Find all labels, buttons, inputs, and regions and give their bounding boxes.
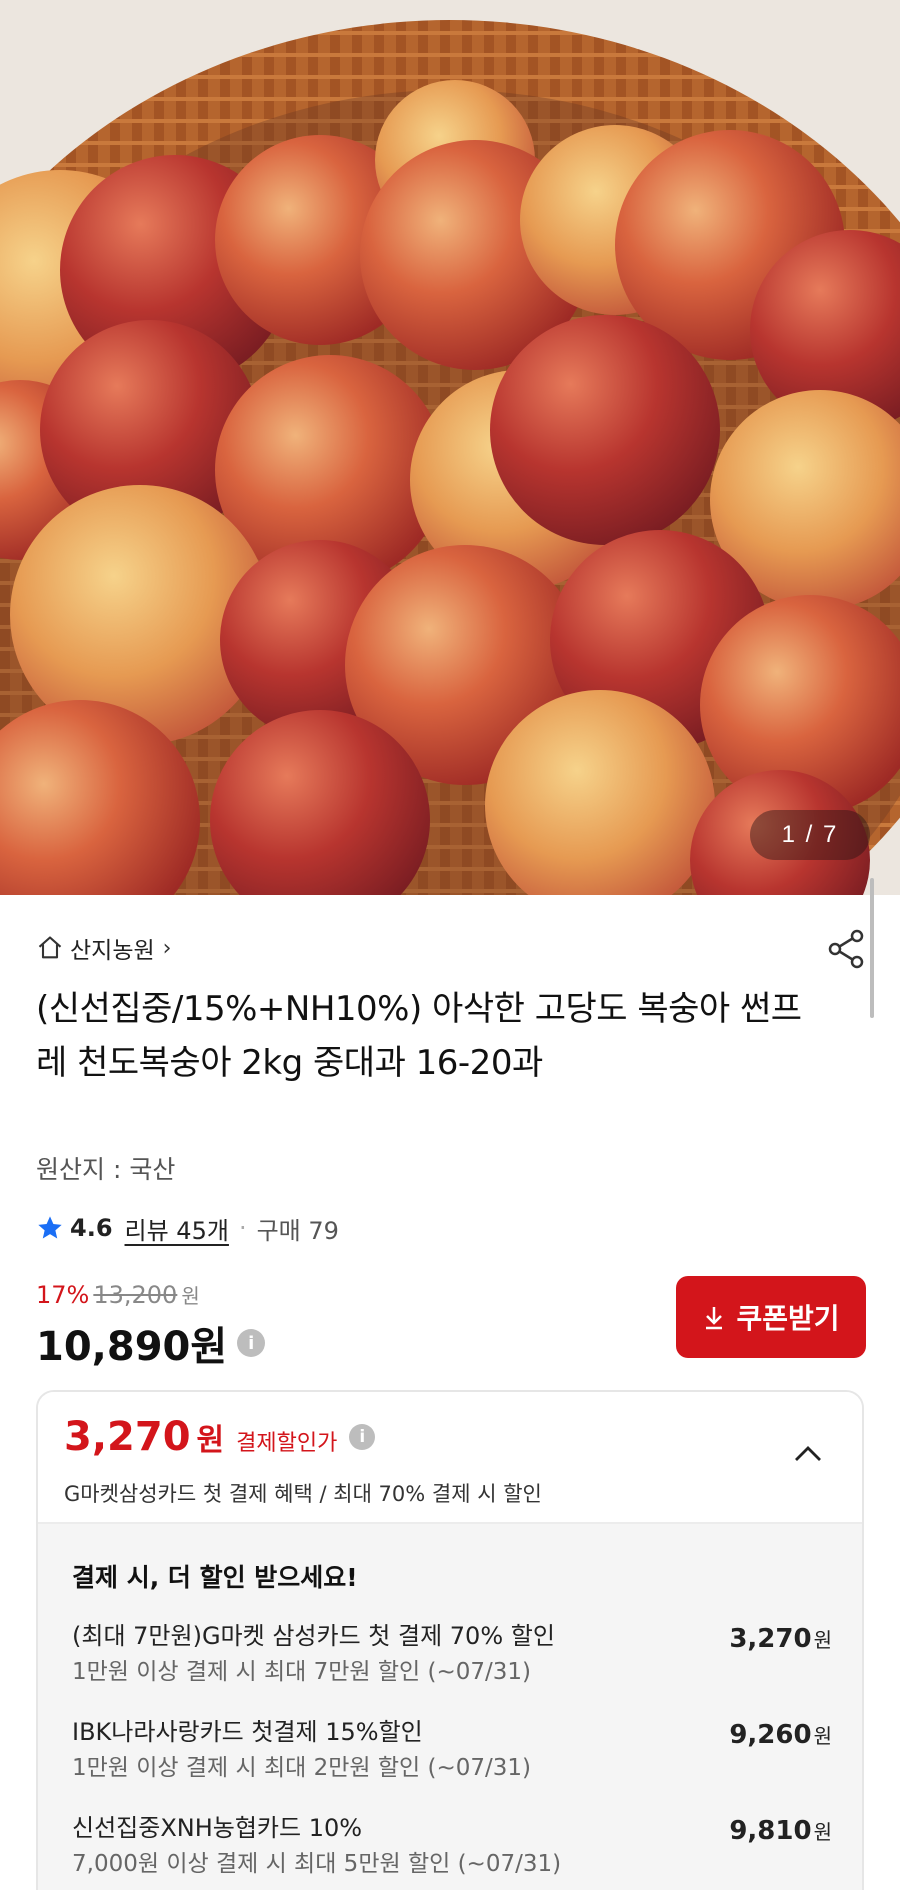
offer-value: 9,810 원 [729, 1816, 832, 1846]
offer-unit: 원 [813, 1724, 832, 1748]
product-title: (신선집중/15%+NH10%) 아삭한 고당도 복숭아 썬프레 천도복숭아 2… [36, 989, 802, 1083]
share-button[interactable] [822, 924, 872, 974]
card-discount-header[interactable]: 3,270 원 결제할인가 i G마켓삼성카드 첫 결제 혜택 / 최대 70%… [38, 1392, 862, 1524]
share-icon [828, 929, 864, 969]
star-icon [38, 1216, 62, 1239]
offer-price: 9,810 [729, 1816, 812, 1846]
coupon-button-label: 쿠폰받기 [736, 1303, 840, 1334]
rating-row: 4.6 리뷰 45개 · 구매 79 [36, 1208, 339, 1248]
product-origin: 원산지 : 국산 [36, 1155, 176, 1184]
separator-dot: · [238, 1214, 247, 1242]
coupon-button[interactable]: 쿠폰받기 [676, 1276, 866, 1358]
card-offers-list: 결제 시, 더 할인 받으세요! (최대 7만원)G마켓 삼성카드 첫 결제 7… [38, 1524, 862, 1890]
list-item[interactable]: 신선집중XNH농협카드 10% 7,000원 이상 결제 시 최대 5만원 할인… [72, 1808, 832, 1888]
discount-row: 17% 13,200 원 [36, 1280, 200, 1309]
final-price: 10,890원 [36, 1324, 228, 1370]
chevron-right-icon: › [162, 935, 172, 961]
download-icon [706, 1307, 723, 1330]
rating-score: 4.6 [70, 1214, 113, 1242]
discount-percent: 17% [36, 1281, 90, 1309]
offer-condition: 1만원 이상 결제 시 최대 7만원 할인 (~07/31) [72, 1659, 532, 1685]
original-price: 13,200 [93, 1281, 178, 1309]
purchase-count: 구매 79 [256, 1216, 339, 1245]
offer-condition: 7,000원 이상 결제 시 최대 5만원 할인 (~07/31) [72, 1851, 562, 1877]
card-discount-panel: 3,270 원 결제할인가 i G마켓삼성카드 첫 결제 혜택 / 최대 70%… [36, 1390, 864, 1890]
card-offers-heading: 결제 시, 더 할인 받으세요! [72, 1563, 358, 1592]
product-image[interactable]: 1 / 7 [0, 0, 900, 895]
offer-unit: 원 [813, 1628, 832, 1652]
offer-value: 3,270 원 [729, 1624, 832, 1654]
card-discount-subtitle: G마켓삼성카드 첫 결제 혜택 / 최대 70% 결제 시 할인 [64, 1482, 542, 1506]
list-item[interactable]: IBK나라사랑카드 첫결제 15%할인 1만원 이상 결제 시 최대 2만원 할… [72, 1712, 832, 1792]
card-discount-amount: 3,270 원 결제할인가 i [64, 1414, 376, 1460]
image-counter: 1 / 7 [750, 810, 870, 860]
card-discount-price: 3,270 [64, 1414, 191, 1460]
review-link[interactable]: 리뷰 45개 [125, 1211, 229, 1246]
info-icon[interactable]: i [237, 1329, 266, 1357]
offer-condition: 1만원 이상 결제 시 최대 2만원 할인 (~07/31) [72, 1755, 532, 1781]
info-icon[interactable]: i [349, 1424, 376, 1450]
card-discount-unit: 원 [196, 1423, 225, 1458]
offer-price: 9,260 [729, 1720, 812, 1750]
original-price-unit: 원 [181, 1284, 200, 1308]
peaches-basket-illustration [0, 0, 900, 895]
store-link[interactable]: 산지농원 › [36, 928, 171, 968]
offer-value: 9,260 원 [729, 1720, 832, 1750]
offer-unit: 원 [813, 1820, 832, 1844]
chevron-up-icon[interactable] [788, 1434, 828, 1474]
home-icon [38, 936, 62, 959]
list-item[interactable]: (최대 7만원)G마켓 삼성카드 첫 결제 70% 할인 1만원 이상 결제 시… [72, 1616, 832, 1696]
final-price-row: 10,890원 i [36, 1314, 266, 1372]
offer-name: IBK나라사랑카드 첫결제 15%할인 [72, 1718, 423, 1746]
offer-price: 3,270 [729, 1624, 812, 1654]
offer-name: (최대 7만원)G마켓 삼성카드 첫 결제 70% 할인 [72, 1622, 555, 1650]
card-discount-label: 결제할인가 [236, 1431, 338, 1456]
store-name: 산지농원 [70, 938, 155, 964]
offer-name: 신선집중XNH농협카드 10% [72, 1814, 363, 1842]
